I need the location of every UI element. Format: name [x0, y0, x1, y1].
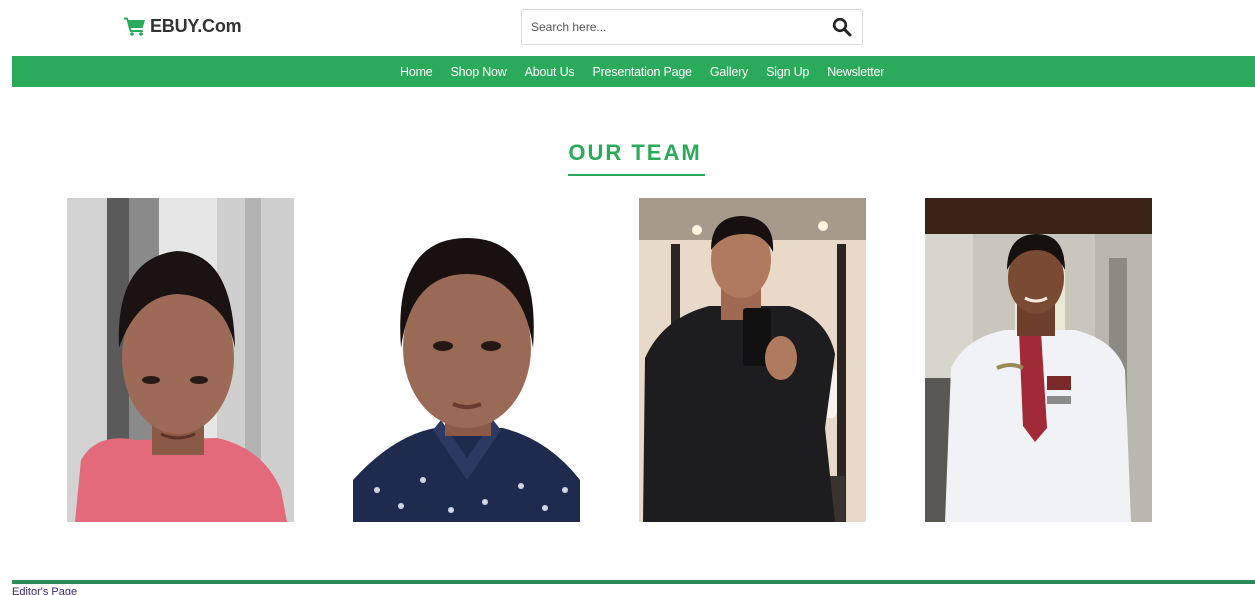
nav-link-about-us[interactable]: About Us: [525, 65, 575, 79]
main-navbar: Home Shop Now About Us Presentation Page…: [12, 56, 1255, 87]
search-form: [521, 9, 863, 45]
nav-item-newsletter: Newsletter: [827, 63, 884, 81]
logo-text: EBUY.Com: [150, 15, 242, 36]
nav-link-presentation-page[interactable]: Presentation Page: [592, 65, 692, 79]
team-member-photo: [925, 198, 1152, 522]
nav-item-home: Home: [400, 63, 433, 81]
team-member-photo-2: [353, 198, 580, 522]
footer-divider: [12, 580, 1255, 584]
shopping-cart-icon: [124, 17, 145, 36]
nav-link-shop-now[interactable]: Shop Now: [451, 65, 507, 79]
title-underline: [568, 174, 705, 176]
team-member-photo-3: [639, 198, 866, 522]
team-member-photo: [67, 198, 294, 522]
nav-item-shop-now: Shop Now: [451, 63, 507, 81]
team-section-title: OUR TEAM: [568, 140, 702, 165]
nav-item-sign-up: Sign Up: [766, 63, 809, 81]
nav-link-home[interactable]: Home: [400, 65, 433, 79]
nav-link-gallery[interactable]: Gallery: [710, 65, 748, 79]
team-member-photo: [639, 198, 866, 522]
team-member-photo-4: [925, 198, 1152, 522]
search-input[interactable]: [522, 10, 822, 44]
nav-item-presentation-page: Presentation Page: [592, 63, 692, 81]
nav-link-newsletter[interactable]: Newsletter: [827, 65, 884, 79]
site-logo[interactable]: EBUY.Com: [124, 14, 242, 38]
team-member-photo-1: [67, 198, 294, 522]
team-member-photo: [353, 198, 580, 522]
page: EBUY.Com Home Shop Now About Us Presenta…: [0, 0, 1255, 595]
nav-link-sign-up[interactable]: Sign Up: [766, 65, 809, 79]
nav-list: Home Shop Now About Us Presentation Page…: [400, 56, 884, 87]
search-icon: [832, 17, 852, 37]
nav-item-gallery: Gallery: [710, 63, 748, 81]
editors-page-link[interactable]: Editor's Page: [12, 585, 77, 595]
site-header: EBUY.Com: [0, 0, 1255, 55]
search-button[interactable]: [832, 17, 852, 37]
nav-item-about-us: About Us: [525, 63, 575, 81]
